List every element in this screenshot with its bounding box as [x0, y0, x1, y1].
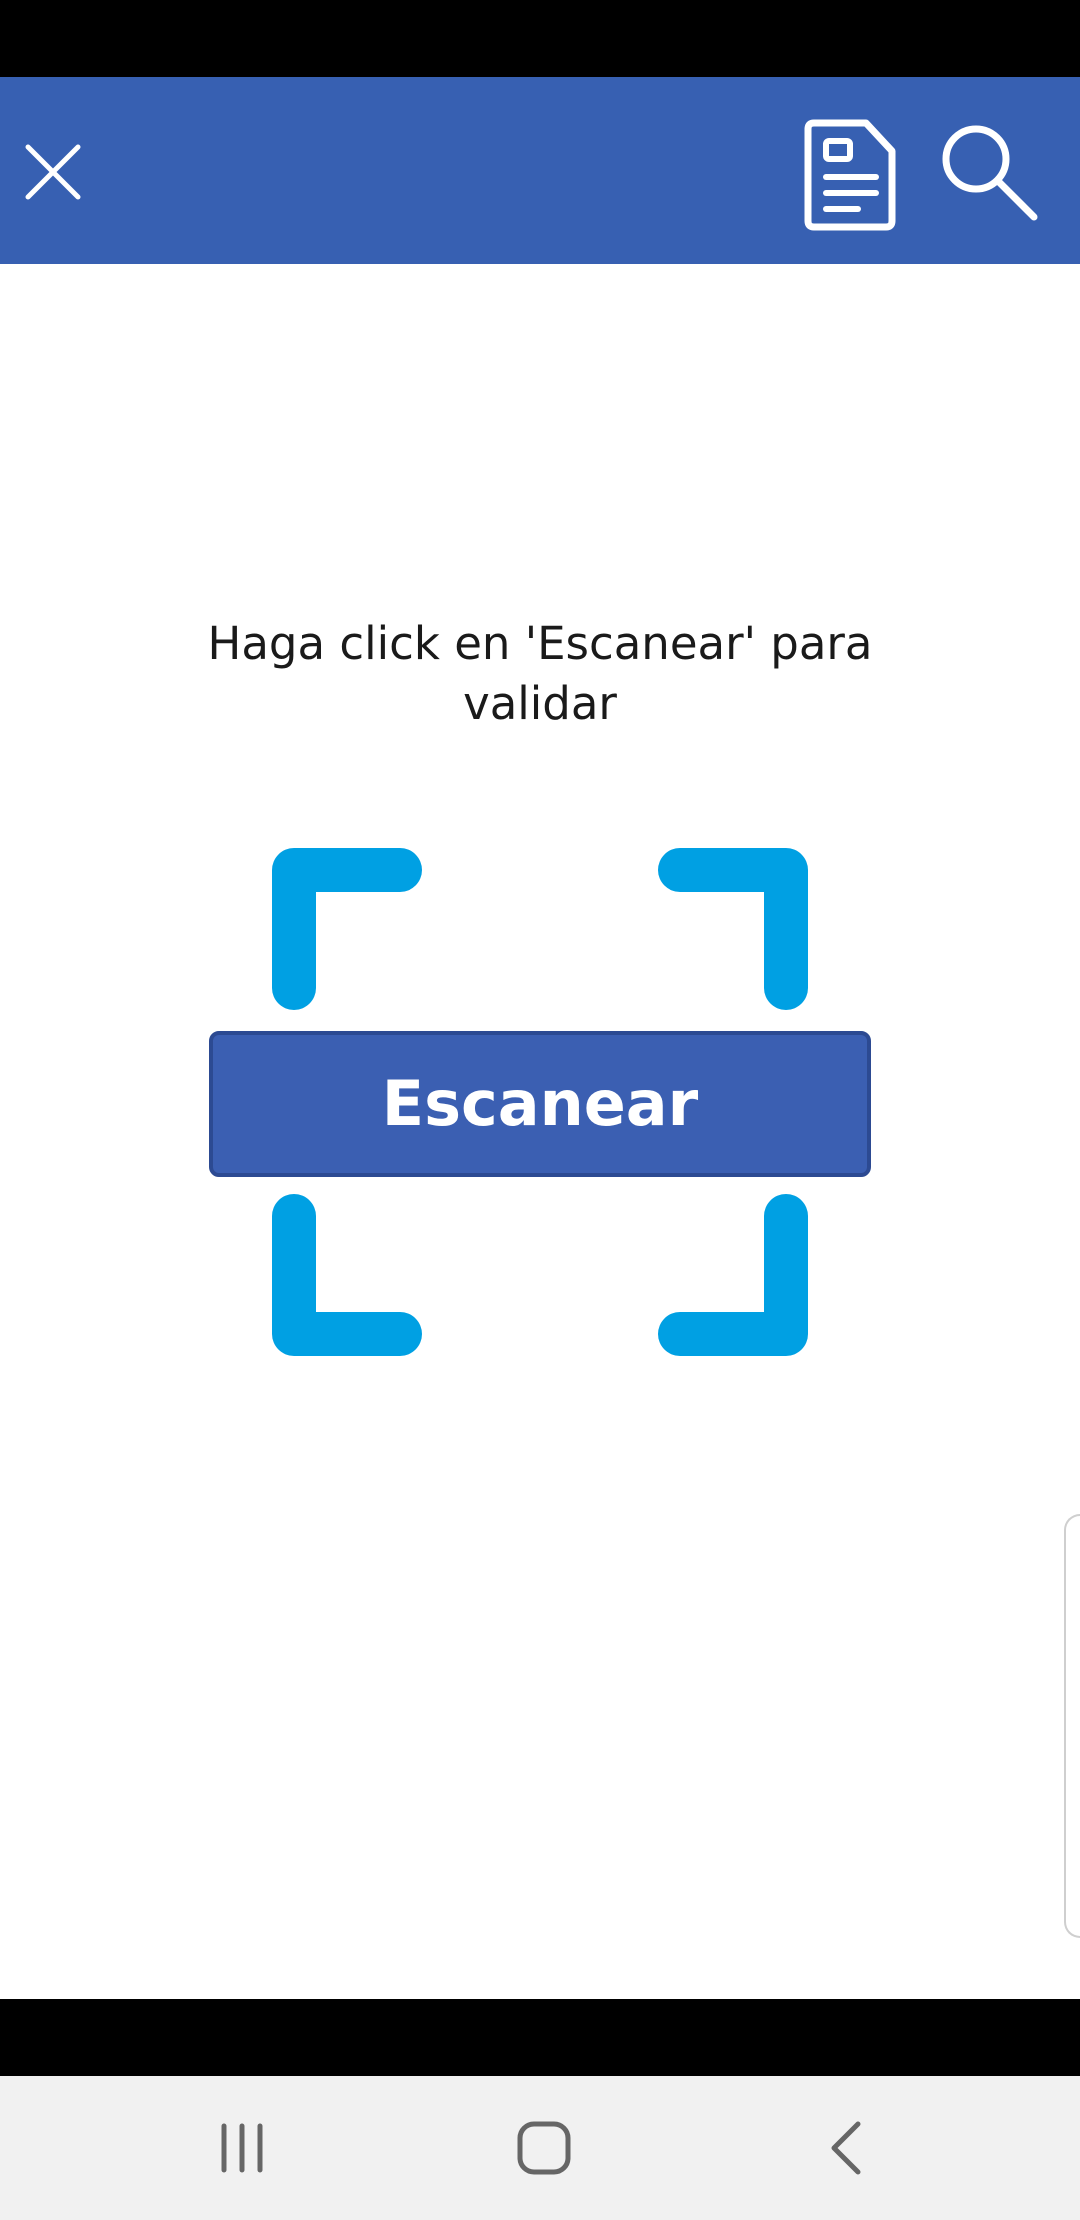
document-button[interactable]: [802, 117, 898, 233]
close-button[interactable]: [24, 143, 82, 201]
back-icon: [831, 2121, 861, 2175]
home-icon: [517, 2121, 571, 2175]
frame-corner-top-right: [658, 848, 808, 1010]
frame-corner-top-left: [272, 848, 422, 1010]
bottom-black-band: [0, 1999, 1080, 2076]
system-nav-bar: [0, 2076, 1080, 2220]
status-bar: [0, 0, 1080, 77]
app-header: [0, 77, 1080, 264]
recents-icon: [221, 2123, 263, 2173]
recents-button[interactable]: [202, 2108, 282, 2188]
side-panel-handle[interactable]: [1064, 1514, 1080, 1938]
home-button[interactable]: [504, 2108, 584, 2188]
main-content: Haga click en 'Escanear' para validar Es…: [0, 264, 1080, 1999]
frame-corner-bottom-right: [658, 1194, 808, 1356]
search-button[interactable]: [936, 119, 1040, 223]
scan-button[interactable]: Escanear: [209, 1031, 871, 1177]
document-icon: [804, 119, 896, 231]
frame-corner-bottom-left: [272, 1194, 422, 1356]
close-icon: [25, 144, 81, 200]
back-button[interactable]: [806, 2108, 886, 2188]
search-icon: [942, 125, 1038, 221]
instruction-text: Haga click en 'Escanear' para validar: [207, 617, 873, 730]
